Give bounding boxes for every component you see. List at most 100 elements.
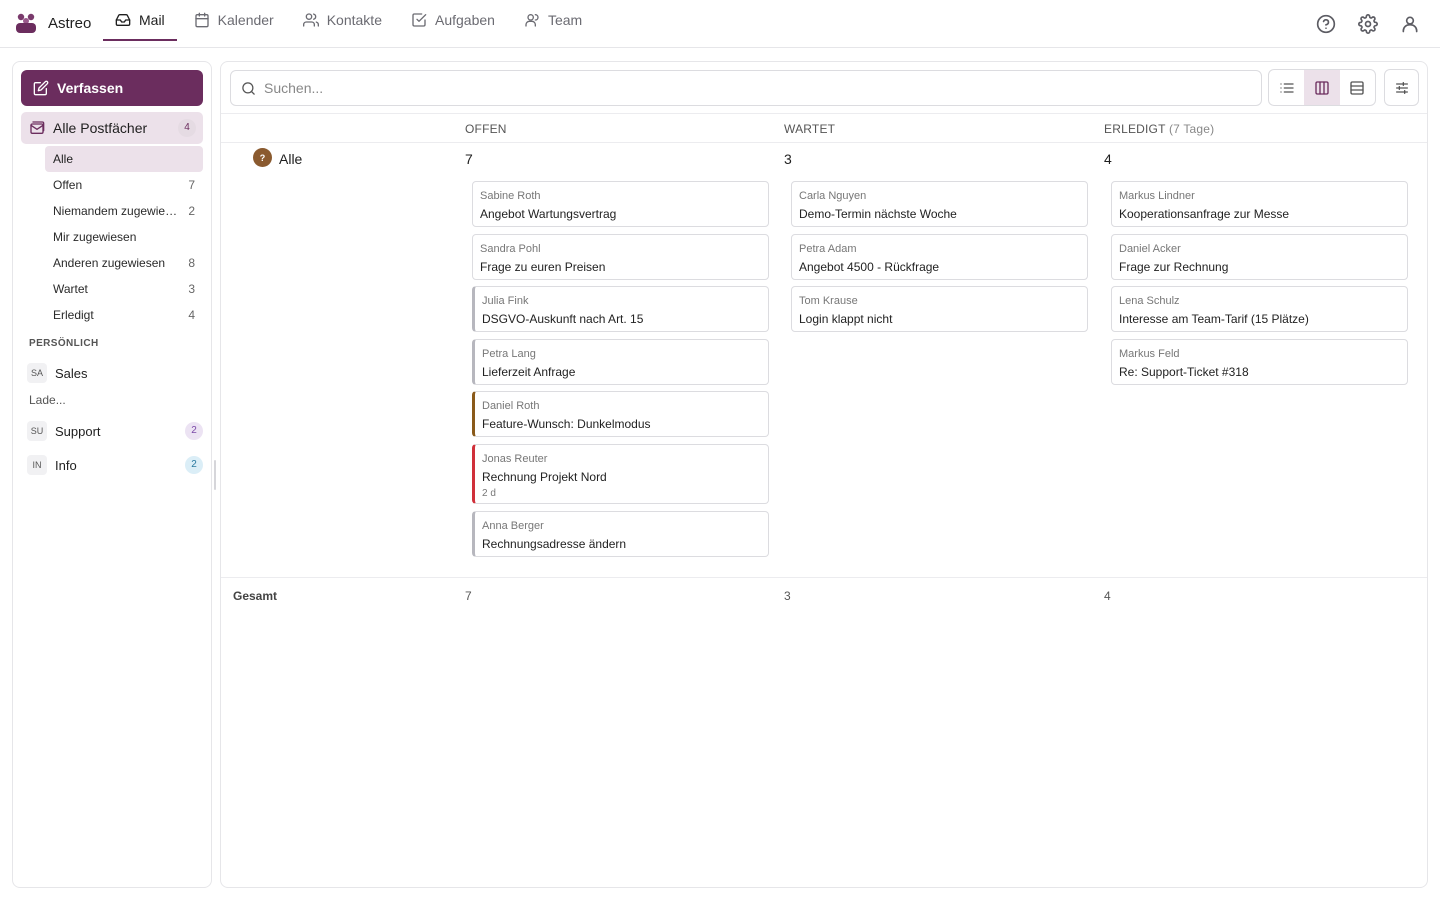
rows-icon xyxy=(1350,80,1364,95)
filter-all[interactable]: Alle xyxy=(45,146,203,172)
view-mode-toggle xyxy=(1268,69,1376,106)
search-box[interactable] xyxy=(230,70,1262,106)
conversation-card[interactable]: Daniel Roth Feature-Wunsch: Dunkelmodus xyxy=(472,391,769,437)
filter-label: Offen xyxy=(53,178,83,192)
total-done: 4 xyxy=(1104,589,1111,603)
top-bar: Astreo Mail Kalender Kontakte Aufgaben T… xyxy=(0,0,1440,48)
card-sender: Petra Adam xyxy=(799,243,857,255)
conversation-card[interactable]: Carla Nguyen Demo-Termin nächste Woche xyxy=(791,181,1088,227)
personal-section-label: PERSÖNLICH xyxy=(29,338,99,349)
filter-unassigned[interactable]: Niemandem zugewiesen 2 xyxy=(45,198,203,224)
all-mailboxes[interactable]: Alle Postfächer 4 xyxy=(21,112,203,144)
conversation-card[interactable]: Markus Lindner Kooperationsanfrage zur M… xyxy=(1111,181,1408,227)
settings-button[interactable] xyxy=(1352,8,1384,40)
column-header-done[interactable]: ERLEDIGT (7 Tage) xyxy=(1104,122,1214,136)
total-waiting: 3 xyxy=(784,589,791,603)
conversation-card[interactable]: Sabine Roth Angebot Wartungsvertrag xyxy=(472,181,769,227)
card-subject: Re: Support-Ticket #318 xyxy=(1119,365,1249,379)
filter-done[interactable]: Erledigt 4 xyxy=(45,302,203,328)
nav-calendar[interactable]: Kalender xyxy=(182,0,286,40)
column-count-done: 4 xyxy=(1104,151,1112,167)
conversation-card[interactable]: Jonas Reuter Rechnung Projekt Nord 2 d xyxy=(472,444,769,504)
card-subject: Frage zur Rechnung xyxy=(1119,260,1229,274)
card-subject: Rechnung Projekt Nord xyxy=(482,470,607,484)
nav-contacts[interactable]: Kontakte xyxy=(291,0,394,40)
team-icon xyxy=(525,14,539,27)
card-sender: Tom Krause xyxy=(799,295,858,307)
board-header: OFFEN WARTET ERLEDIGT (7 Tage) xyxy=(221,113,1427,143)
card-subject: Angebot 4500 - Rückfrage xyxy=(799,260,940,274)
filter-label: Mir zugewiesen xyxy=(53,230,137,244)
mailbox-abbr: IN xyxy=(27,455,47,475)
conversation-card[interactable]: Markus Feld Re: Support-Ticket #318 xyxy=(1111,339,1408,385)
user-icon xyxy=(1402,16,1418,33)
checkbox-icon xyxy=(412,13,427,27)
filter-label: Alle xyxy=(53,152,74,166)
mailbox-abbr: SU xyxy=(27,421,47,441)
filter-open[interactable]: Offen 7 xyxy=(45,172,203,198)
conversation-card[interactable]: Tom Krause Login klappt nicht xyxy=(791,286,1088,332)
mailbox-count: 2 xyxy=(185,422,203,440)
card-sender: Sabine Roth xyxy=(480,190,541,202)
sidebar-resize-handle[interactable] xyxy=(214,460,216,490)
card-sender: Carla Nguyen xyxy=(799,190,867,202)
mailbox-info[interactable]: IN Info 2 xyxy=(27,452,203,478)
view-list-button[interactable] xyxy=(1269,70,1304,105)
totals-row: Gesamt 7 3 4 xyxy=(221,577,1427,613)
column-header-open[interactable]: OFFEN xyxy=(465,122,507,136)
nav-team[interactable]: Team xyxy=(512,0,594,40)
column-header-waiting[interactable]: WARTET xyxy=(784,122,835,136)
view-board-button[interactable] xyxy=(1304,70,1340,105)
help-button[interactable] xyxy=(1310,8,1342,40)
conversation-card[interactable]: Lena Schulz Interesse am Team-Tarif (15 … xyxy=(1111,286,1408,332)
all-mailboxes-count: 4 xyxy=(178,119,196,137)
conversation-card[interactable]: Julia Fink DSGVO-Auskunft nach Art. 15 xyxy=(472,286,769,332)
filter-assigned-to-others[interactable]: Anderen zugewiesen 8 xyxy=(45,250,203,276)
card-sender: Markus Lindner xyxy=(1119,190,1195,202)
nav-tasks[interactable]: Aufgaben xyxy=(399,0,507,40)
card-subject: Feature-Wunsch: Dunkelmodus xyxy=(482,417,651,431)
brand[interactable]: Astreo xyxy=(14,10,91,36)
conversation-card[interactable]: Sandra Pohl Frage zu euren Preisen xyxy=(472,234,769,280)
column-title: OFFEN xyxy=(465,122,507,136)
conversation-card[interactable]: Petra Adam Angebot 4500 - Rückfrage xyxy=(791,234,1088,280)
total-open: 7 xyxy=(465,589,472,603)
column-title: WARTET xyxy=(784,122,836,136)
list-icon xyxy=(1279,82,1294,93)
view-rows-button[interactable] xyxy=(1340,70,1375,105)
filter-count: 3 xyxy=(188,282,195,296)
nav-calendar-label: Kalender xyxy=(217,12,274,28)
main-nav: Mail Kalender Kontakte Aufgaben Team xyxy=(103,0,599,48)
conversation-card[interactable]: Daniel Acker Frage zur Rechnung xyxy=(1111,234,1408,280)
column-extra: (7 Tage) xyxy=(1168,122,1215,136)
mailbox-support[interactable]: SU Support 2 xyxy=(27,418,203,444)
filter-settings-button[interactable] xyxy=(1384,69,1419,106)
conversation-card[interactable]: Petra Lang Lieferzeit Anfrage xyxy=(472,339,769,385)
search-input[interactable] xyxy=(264,80,1244,96)
card-age: 2 d xyxy=(482,488,496,499)
mailbox-name: Info xyxy=(55,457,77,473)
sidebar: Verfassen Alle Postfächer 4 Alle Offen 7… xyxy=(12,61,212,888)
filter-label: Wartet xyxy=(53,282,88,296)
board-panel: OFFEN WARTET ERLEDIGT (7 Tage) ? Alle 7 … xyxy=(220,61,1428,888)
column-count-waiting: 3 xyxy=(784,151,792,167)
mailbox-sales[interactable]: SA Sales xyxy=(27,360,203,386)
card-subject: DSGVO-Auskunft nach Art. 15 xyxy=(482,312,644,326)
nav-mail[interactable]: Mail xyxy=(103,0,177,41)
compose-button[interactable]: Verfassen xyxy=(21,70,203,106)
nav-mail-label: Mail xyxy=(139,12,165,28)
conversation-card[interactable]: Anna Berger Rechnungsadresse ändern xyxy=(472,511,769,557)
filter-label: Anderen zugewiesen xyxy=(53,256,166,270)
filter-waiting[interactable]: Wartet 3 xyxy=(45,276,203,302)
profile-button[interactable] xyxy=(1394,8,1426,40)
card-subject: Login klappt nicht xyxy=(799,312,893,326)
card-subject: Kooperationsanfrage zur Messe xyxy=(1119,207,1290,221)
contacts-icon xyxy=(302,13,319,27)
filter-assigned-to-me[interactable]: Mir zugewiesen xyxy=(45,224,203,250)
filter-list: Alle Offen 7 Niemandem zugewiesen 2 Mir … xyxy=(45,146,203,328)
mailbox-name: Support xyxy=(55,423,101,439)
compose-icon xyxy=(33,80,49,96)
all-mailboxes-label: Alle Postfächer xyxy=(53,120,148,136)
mailboxes-icon xyxy=(30,121,45,134)
group-avatar: ? xyxy=(253,148,272,167)
